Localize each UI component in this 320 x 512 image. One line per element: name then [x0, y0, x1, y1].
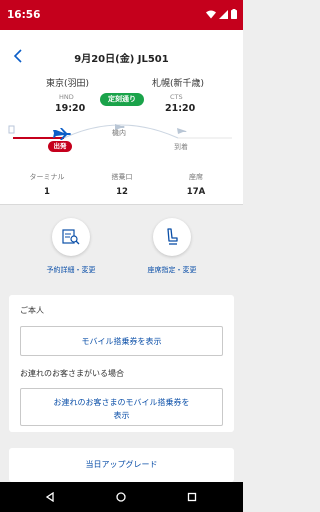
seat-selection-label[interactable]: 座席指定・変更: [127, 265, 217, 275]
page-title: 9月20日(金) JL501: [74, 54, 169, 65]
arrival-code: CTS: [170, 93, 183, 101]
departure-code: HND: [59, 93, 74, 101]
arrival-city: 札幌(新千歳): [152, 79, 205, 89]
terminal-value: 1: [44, 187, 50, 197]
section-divider: [0, 204, 243, 205]
departure-time: 19:20: [55, 103, 86, 114]
terminal-info: ターミナル 1: [7, 172, 87, 197]
status-icons: [206, 9, 237, 19]
battery-icon: [231, 9, 237, 19]
wifi-icon: [206, 10, 216, 18]
booking-circle[interactable]: [52, 218, 90, 256]
arrival-time: 21:20: [165, 103, 196, 114]
nav-back-button[interactable]: [30, 482, 70, 512]
signal-icon: [219, 9, 228, 19]
upgrade-button[interactable]: 当日アップグレード: [9, 448, 234, 482]
inflight-label: 機内: [112, 129, 126, 137]
flight-summary-card: 9月20日(金) JL501 東京(羽田) HND 19:20 定刻通り 札幌(…: [0, 30, 243, 204]
companion-heading: お連れのお客さまがいる場合: [20, 369, 124, 378]
self-heading: ご本人: [20, 306, 44, 315]
flight-status-badge: 定刻通り: [100, 93, 144, 106]
nav-home-icon: [116, 492, 126, 502]
seat-selection-action[interactable]: 座席指定・変更: [127, 218, 217, 275]
booking-icon: [62, 229, 80, 245]
seat-label: 座席: [189, 173, 203, 181]
seat-circle[interactable]: [153, 218, 191, 256]
nav-recents-button[interactable]: [172, 482, 212, 512]
gate-info: 搭乗口 12: [82, 172, 162, 197]
arrival-plane-icon: [177, 128, 187, 134]
seat-info: 座席 17A: [156, 172, 236, 197]
departure-city: 東京(羽田): [46, 79, 90, 89]
status-time: 16:56: [7, 9, 41, 21]
booking-details-label[interactable]: 予約詳細・変更: [26, 265, 116, 275]
departure-status-badge: 出発: [48, 141, 72, 152]
booking-details-action[interactable]: 予約詳細・変更: [26, 218, 116, 275]
nav-recents-icon: [187, 492, 197, 502]
terminal-label: ターミナル: [29, 173, 65, 181]
departure-gate-icon: [8, 125, 15, 134]
seat-icon: [167, 228, 178, 245]
nav-home-button[interactable]: [101, 482, 141, 512]
companion-boarding-pass-button[interactable]: お連れのお客さまのモバイル搭乗券を 表示: [20, 388, 223, 426]
status-bar: 16:56: [0, 0, 243, 30]
system-nav-bar: [0, 482, 243, 512]
boarding-pass-panel: ご本人 モバイル搭乗券を表示 お連れのお客さまがいる場合 お連れのお客さまのモバ…: [9, 295, 234, 432]
nav-back-icon: [45, 492, 54, 502]
seat-value: 17A: [186, 187, 206, 197]
companion-button-line-1: お連れのお客さまのモバイル搭乗券を: [53, 397, 190, 407]
gate-label: 搭乗口: [111, 173, 133, 181]
gate-value: 12: [116, 187, 128, 197]
arrival-status-label: 到着: [174, 143, 188, 151]
companion-button-line-2: 表示: [113, 410, 130, 420]
self-boarding-pass-button[interactable]: モバイル搭乗券を表示: [20, 326, 223, 356]
